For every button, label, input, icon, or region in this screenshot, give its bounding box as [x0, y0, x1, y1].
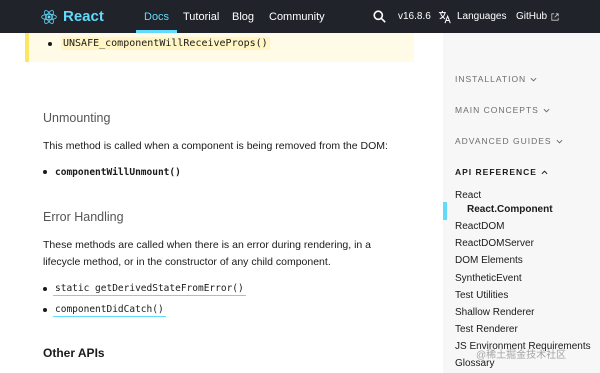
- react-logo-icon: [41, 9, 57, 24]
- watermark-text: @稀土掘金技术社区: [476, 350, 567, 361]
- section-label: API REFERENCE: [455, 167, 537, 177]
- sidebar-item-test-utilities[interactable]: Test Utilities: [455, 290, 508, 301]
- brand-name: React: [63, 8, 104, 25]
- sidebar-item-react[interactable]: React: [455, 190, 481, 201]
- section-installation[interactable]: INSTALLATION: [455, 74, 537, 84]
- github-label: GitHub: [516, 11, 548, 22]
- unmounting-description: This method is called when a component i…: [43, 140, 388, 152]
- list-item: static getDerivedStateFromError(): [43, 282, 246, 296]
- external-link-icon: [551, 12, 559, 21]
- chevron-down-icon: [530, 77, 537, 82]
- sidebar-item-dom-elements[interactable]: DOM Elements: [455, 255, 523, 266]
- sidebar-item-reactdomserver[interactable]: ReactDOMServer: [455, 238, 534, 249]
- chevron-down-icon: [543, 108, 550, 113]
- list-item: componentWillUnmount(): [43, 165, 183, 179]
- section-api-reference[interactable]: API REFERENCE: [455, 167, 548, 177]
- component-will-unmount-link[interactable]: componentWillUnmount(): [53, 166, 183, 179]
- translate-icon: [438, 10, 451, 23]
- languages-label: Languages: [457, 11, 507, 22]
- unmounting-heading: Unmounting: [43, 111, 111, 125]
- bullet-icon: [48, 42, 52, 46]
- github-link[interactable]: GitHub: [516, 0, 559, 33]
- section-label: ADVANCED GUIDES: [455, 136, 552, 146]
- get-derived-state-from-error-link[interactable]: static getDerivedStateFromError(): [53, 282, 246, 296]
- list-item: componentDidCatch(): [43, 303, 166, 317]
- bullet-icon: [43, 170, 47, 174]
- watermark: @稀土掘金技术社区: [476, 346, 566, 361]
- other-apis-heading: Other APIs: [43, 346, 105, 360]
- component-did-catch-link[interactable]: componentDidCatch(): [53, 303, 166, 317]
- sidebar-item-syntheticevent[interactable]: SyntheticEvent: [455, 273, 522, 284]
- section-advanced-guides[interactable]: ADVANCED GUIDES: [455, 136, 563, 146]
- chevron-down-icon: [556, 139, 563, 144]
- sidebar-item-react-component[interactable]: React.Component: [467, 204, 553, 215]
- sidebar-item-reactdom[interactable]: ReactDOM: [455, 221, 504, 232]
- section-label: INSTALLATION: [455, 74, 527, 84]
- search-icon[interactable]: [373, 10, 386, 23]
- section-main-concepts[interactable]: MAIN CONCEPTS: [455, 105, 550, 115]
- nav-blog-link[interactable]: Blog: [232, 0, 254, 33]
- deprecated-note-box: UNSAFE_componentWillReceiveProps(): [25, 33, 414, 62]
- nav-docs-link[interactable]: Docs: [135, 0, 178, 33]
- docs-sidebar: INSTALLATION MAIN CONCEPTS ADVANCED GUID…: [443, 33, 600, 373]
- bullet-icon: [43, 287, 47, 291]
- unsafe-receive-props-link[interactable]: UNSAFE_componentWillReceiveProps(): [61, 37, 270, 50]
- error-handling-description: These methods are called when there is a…: [43, 239, 372, 268]
- chevron-up-icon: [541, 169, 548, 174]
- languages-link[interactable]: Languages: [438, 0, 507, 33]
- version-link[interactable]: v16.8.6: [398, 0, 431, 33]
- brand-link[interactable]: React: [41, 0, 104, 33]
- nav-tutorial-link[interactable]: Tutorial: [183, 0, 219, 33]
- active-item-indicator: [443, 202, 447, 220]
- top-nav: React Docs Tutorial Blog Community v16.8…: [0, 0, 600, 33]
- nav-community-link[interactable]: Community: [269, 0, 325, 33]
- section-label: MAIN CONCEPTS: [455, 105, 539, 115]
- sidebar-item-test-renderer[interactable]: Test Renderer: [455, 324, 518, 335]
- error-handling-heading: Error Handling: [43, 210, 124, 224]
- bullet-icon: [43, 308, 47, 312]
- sidebar-item-shallow-renderer[interactable]: Shallow Renderer: [455, 307, 535, 318]
